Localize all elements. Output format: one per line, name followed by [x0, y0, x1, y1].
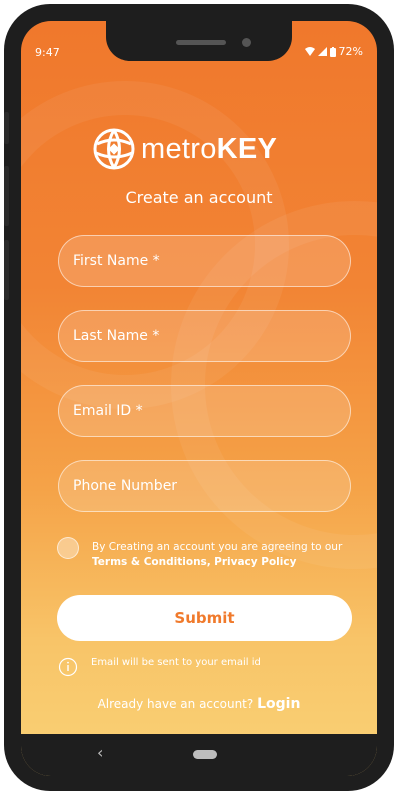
status-time: 9:47	[35, 46, 60, 59]
login-prompt: Already have an account?	[97, 697, 254, 711]
brand-name-bold: KEY	[216, 132, 278, 165]
privacy-policy-link[interactable]: Privacy Policy	[214, 556, 296, 568]
volume-down-key	[4, 166, 9, 226]
agree-terms-label: By Creating an account you are agreeing …	[92, 541, 343, 553]
front-camera	[242, 38, 251, 47]
phone-number-field[interactable]: Phone Number	[58, 460, 351, 512]
terms-link[interactable]: Terms & Conditions,	[92, 556, 211, 568]
email-info-note: Email will be sent to your email id	[91, 657, 261, 668]
login-prompt-line: Already have an account? Login	[21, 696, 377, 712]
back-icon[interactable]: ‹	[97, 743, 103, 762]
first-name-field[interactable]: First Name *	[58, 235, 351, 287]
metrokey-logo: metroKEY	[93, 128, 277, 170]
phone-frame: 9:47 72% metroKEY Create an account Firs…	[4, 4, 394, 791]
agree-terms-checkbox[interactable]	[57, 537, 79, 559]
power-key	[4, 240, 9, 300]
email-field[interactable]: Email ID *	[58, 385, 351, 437]
speaker-grille	[176, 40, 226, 45]
status-icons: 72%	[304, 45, 363, 58]
home-icon[interactable]	[193, 750, 217, 759]
wifi-icon	[304, 47, 315, 56]
login-link[interactable]: Login	[257, 696, 300, 712]
last-name-field[interactable]: Last Name *	[58, 310, 351, 362]
info-icon	[58, 657, 78, 677]
agree-terms-text: By Creating an account you are agreeing …	[92, 540, 367, 570]
signal-icon	[317, 47, 327, 56]
battery-icon	[329, 46, 336, 57]
brand-name: metroKEY	[141, 133, 277, 166]
volume-up-key	[4, 112, 9, 144]
brand-name-light: metro	[141, 132, 217, 165]
system-navigation-bar: ‹	[21, 734, 377, 776]
battery-percent: 72%	[338, 45, 363, 58]
app-screen: 9:47 72% metroKEY Create an account Firs…	[21, 21, 377, 776]
submit-button[interactable]: Submit	[57, 595, 352, 641]
globe-logo-icon	[93, 128, 135, 170]
page-title: Create an account	[125, 188, 273, 207]
camera-notch	[106, 21, 292, 61]
